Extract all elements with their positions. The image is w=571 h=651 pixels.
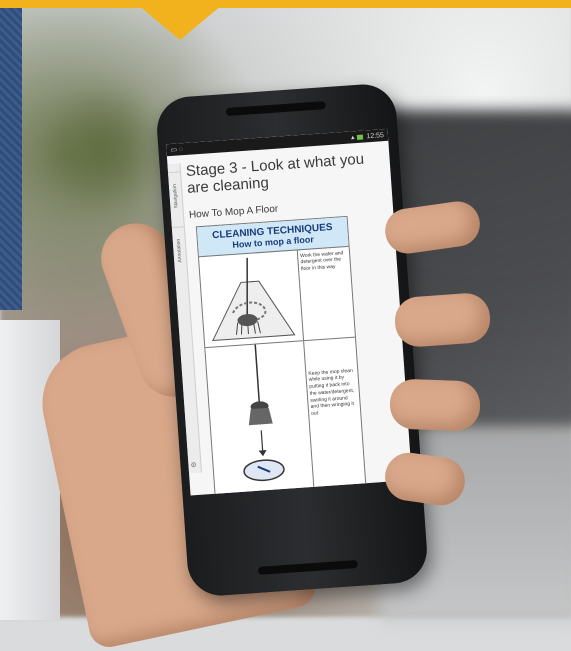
technique-step-1: Work the water and detergent over the fl… xyxy=(198,246,355,348)
phone-screen: ▭ ◌ ▴ 12:55 Navigation Annotation ⚙ Stag… xyxy=(166,128,413,496)
finger-middle xyxy=(393,291,492,349)
section-title: How To Mop A Floor xyxy=(188,203,279,221)
top-banner xyxy=(0,0,571,8)
settings-gear-icon[interactable]: ⚙ xyxy=(190,461,197,469)
mop-figure-eight-illustration xyxy=(198,249,305,347)
step-2-text: Keep the mop clean while using it by put… xyxy=(308,367,355,417)
stage-title: Stage 3 - Look at what you are cleaning xyxy=(185,150,365,198)
blurred-jeans xyxy=(0,0,22,310)
lesson-content: Stage 3 - Look at what you are cleaning … xyxy=(185,145,408,496)
step-1-text: Work the water and detergent over the fl… xyxy=(299,249,344,273)
status-time: 12:55 xyxy=(366,131,385,140)
signal-icon: ▴ xyxy=(350,134,355,142)
technique-step-2: Keep the mop clean while using it by put… xyxy=(205,337,366,496)
mop-bucket-illustration xyxy=(205,340,315,496)
status-indicators: ▴ 12:55 xyxy=(350,131,385,142)
mop-rinse-icon xyxy=(243,344,285,481)
tab-annotation[interactable]: Annotation xyxy=(171,226,188,274)
bottom-speaker xyxy=(257,559,359,575)
earpiece-speaker xyxy=(225,101,326,117)
blurred-plant xyxy=(40,80,170,220)
smartphone: ▭ ◌ ▴ 12:55 Navigation Annotation ⚙ Stag… xyxy=(154,82,430,598)
banner-pointer xyxy=(132,0,228,40)
notification-icons: ▭ ◌ xyxy=(170,146,184,155)
battery-icon xyxy=(357,134,364,140)
blurred-sleeve xyxy=(0,320,60,620)
tab-navigation[interactable]: Navigation xyxy=(167,171,184,220)
mop-floor-pattern-icon xyxy=(211,257,296,341)
technique-card: CLEANING TECHNIQUES How to mop a floor W… xyxy=(195,215,367,496)
finger-ring xyxy=(389,378,481,432)
